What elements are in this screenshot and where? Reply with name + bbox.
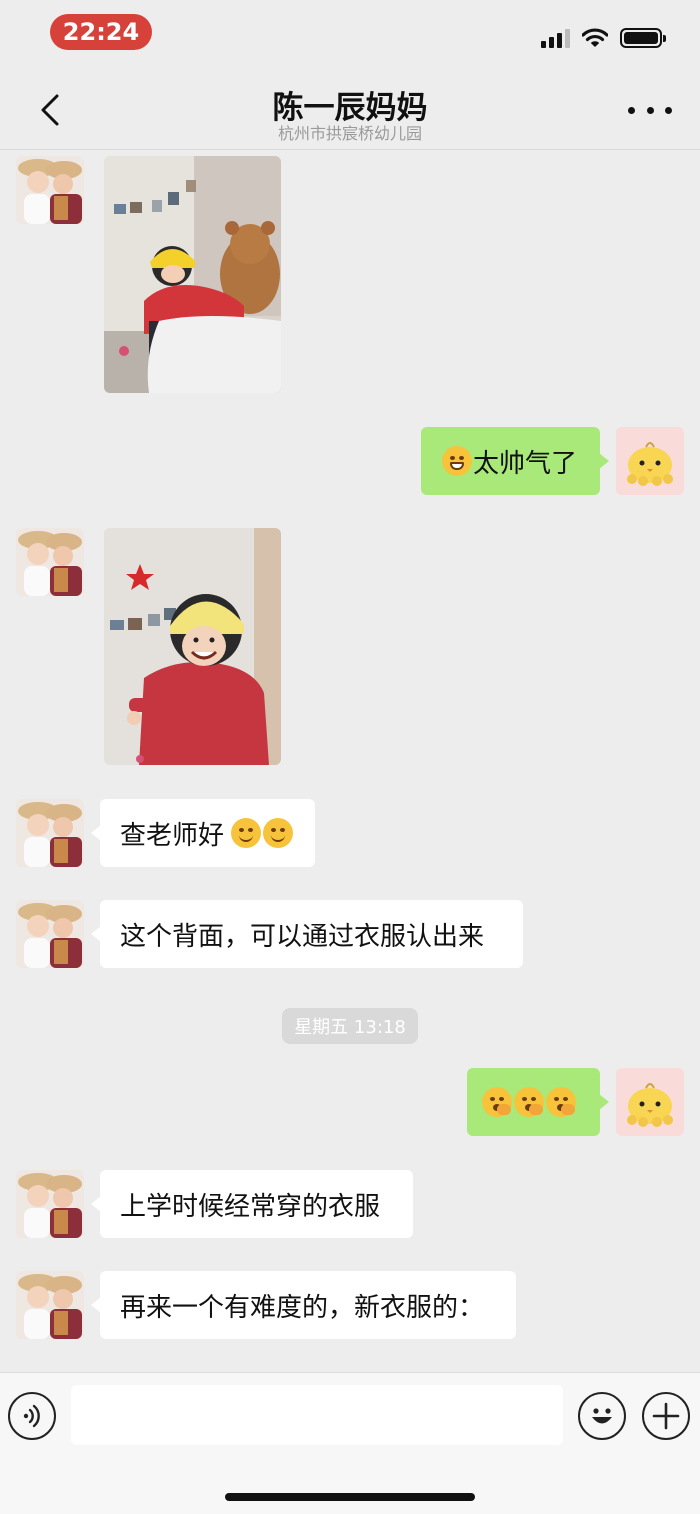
nav-bar: 陈一辰妈妈 杭州市拱宸桥幼儿园 <box>0 70 700 150</box>
yawn-emoji-icon <box>514 1087 544 1117</box>
plus-button[interactable] <box>642 1392 690 1440</box>
avatar[interactable] <box>16 799 84 867</box>
avatar[interactable] <box>16 900 84 968</box>
chat-subtitle: 杭州市拱宸桥幼儿园 <box>277 124 422 143</box>
message-bubble-in[interactable]: 这个背面，可以通过衣服认出来 <box>91 900 523 968</box>
my-avatar[interactable] <box>616 1068 684 1136</box>
emoji-face-icon <box>592 1408 612 1424</box>
avatar[interactable] <box>16 1271 84 1339</box>
smile-emoji-icon <box>231 818 262 848</box>
chat-photo[interactable] <box>104 156 281 393</box>
grin-emoji-icon <box>442 446 472 476</box>
voice-button[interactable] <box>8 1392 56 1440</box>
message-text: 再来一个有难度的，新衣服的： <box>120 1292 485 1323</box>
plus-icon <box>652 1402 680 1430</box>
message-text: 这个背面，可以通过衣服认出来 <box>120 921 485 952</box>
yawn-emoji-icon <box>482 1087 512 1117</box>
avatar[interactable] <box>16 528 84 596</box>
avatar[interactable] <box>16 156 84 224</box>
message-text: 查老师好 <box>120 820 225 851</box>
battery-icon <box>620 28 666 48</box>
status-bar: 22:24 <box>0 0 700 70</box>
status-icons <box>541 26 666 50</box>
yawn-emoji-icon <box>546 1087 576 1117</box>
time-divider: 星期五 13:18 <box>282 1008 418 1044</box>
message-text: 上学时候经常穿的衣服 <box>120 1191 381 1222</box>
more-button[interactable] <box>628 98 672 122</box>
message-bubble-in[interactable]: 再来一个有难度的，新衣服的： <box>91 1271 516 1339</box>
message-bubble-in[interactable]: 上学时候经常穿的衣服 <box>91 1170 413 1238</box>
home-indicator[interactable] <box>225 1493 475 1501</box>
wifi-icon <box>582 28 608 47</box>
signal-icon <box>541 28 570 48</box>
my-avatar[interactable] <box>616 427 684 495</box>
emoji-button[interactable] <box>578 1392 626 1440</box>
message-bubble-in[interactable]: 查老师好 <box>91 799 315 867</box>
avatar[interactable] <box>16 1170 84 1238</box>
message-text: 太帅气了 <box>473 448 578 479</box>
message-input[interactable] <box>71 1385 563 1445</box>
chat-photo[interactable] <box>104 528 281 765</box>
input-bar <box>0 1372 700 1514</box>
voice-icon <box>23 1404 40 1428</box>
status-time: 22:24 <box>50 14 152 50</box>
chat-area[interactable]: 太帅气了 查老师好 这个背面，可以通过衣服认出来 星期五 13:18 上学时候经… <box>0 151 700 1371</box>
message-bubble-out[interactable]: 太帅气了 <box>421 427 609 495</box>
more-dots-icon <box>628 106 635 114</box>
message-bubble-out[interactable] <box>467 1068 609 1136</box>
smile-emoji-icon <box>263 818 294 848</box>
